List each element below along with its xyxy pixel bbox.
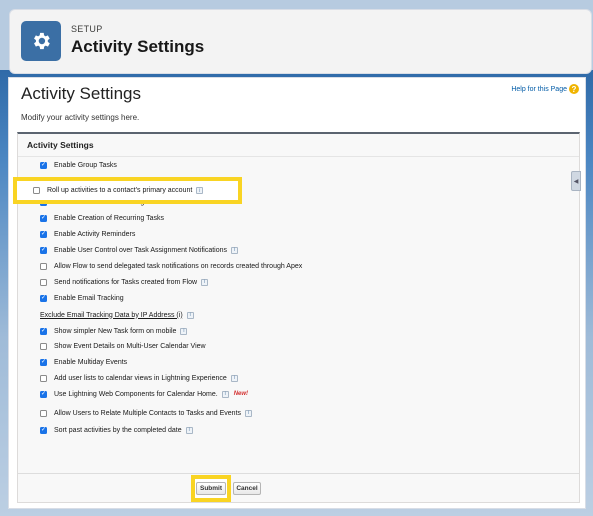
info-icon[interactable]: i xyxy=(186,311,194,319)
info-icon[interactable]: i xyxy=(245,409,253,417)
info-icon[interactable]: i xyxy=(230,374,238,382)
option-label: Enable Email Tracking xyxy=(54,294,124,302)
option-label: Use Lightning Web Components for Calenda… xyxy=(54,390,218,398)
option-row[interactable]: Enable Activity Reminders xyxy=(40,227,135,241)
option-label: Add user lists to calendar views in Ligh… xyxy=(54,374,227,382)
option-row[interactable]: Enable Email Tracking xyxy=(40,291,124,305)
info-icon[interactable]: i xyxy=(196,187,204,194)
option-label: Enable Activity Reminders xyxy=(54,230,136,238)
setup-title: Activity Settings xyxy=(71,37,205,56)
page-title: Activity Settings xyxy=(21,84,141,103)
highlight-box: Roll up activities to a contact's primar… xyxy=(13,177,242,204)
info-icon[interactable]: i xyxy=(185,426,193,434)
option-row[interactable]: Enable Creation of Recurring Tasks xyxy=(40,211,164,225)
section-divider xyxy=(18,156,579,157)
option-label: Allow Users to Relate Multiple Contacts … xyxy=(54,409,242,417)
option-row[interactable]: Add user lists to calendar views in Ligh… xyxy=(40,371,238,385)
option-row[interactable]: Enable User Control over Task Assignment… xyxy=(40,243,239,257)
option-row[interactable]: Allow Flow to send delegated task notifi… xyxy=(40,259,302,273)
option-label: Roll up activities to a contact's primar… xyxy=(47,187,193,194)
info-icon[interactable]: i xyxy=(180,327,188,335)
option-row[interactable]: Use Lightning Web Components for Calenda… xyxy=(40,387,248,401)
page-subtitle: Modify your activity settings here. xyxy=(21,113,140,122)
checkbox[interactable] xyxy=(40,214,47,222)
checkbox[interactable] xyxy=(40,390,47,398)
button-bar xyxy=(18,473,579,502)
option-row[interactable]: Show simpler New Task form on mobilei xyxy=(40,324,188,338)
option-row[interactable]: Enable Group Tasks xyxy=(40,158,117,172)
option-row[interactable]: Exclude Email Tracking Data by IP Addres… xyxy=(40,308,194,322)
gear-icon xyxy=(21,21,61,61)
option-row[interactable]: Show Event Details on Multi-User Calenda… xyxy=(40,339,206,353)
option-label: Enable Multiday Events xyxy=(54,358,128,366)
info-icon[interactable]: i xyxy=(201,278,209,286)
option-label: Show simpler New Task form on mobile xyxy=(54,327,177,335)
option-row[interactable]: Enable Multiday Events xyxy=(40,355,127,369)
setup-kicker: SETUP xyxy=(71,24,103,34)
option-roll-up-activities[interactable]: Roll up activities to a contact's primar… xyxy=(33,185,204,196)
checkbox[interactable] xyxy=(40,409,47,417)
section-title: Activity Settings xyxy=(27,140,94,150)
option-row[interactable]: Allow Users to Relate Multiple Contacts … xyxy=(40,406,253,420)
setup-header: SETUP Activity Settings xyxy=(9,9,592,74)
option-label: Enable Group Tasks xyxy=(54,161,117,169)
option-label: Allow Flow to send delegated task notifi… xyxy=(54,262,303,270)
checkbox[interactable] xyxy=(33,187,40,194)
info-icon[interactable]: i xyxy=(231,246,239,254)
cancel-button[interactable]: Cancel xyxy=(233,482,261,495)
option-label: Send notifications for Tasks created fro… xyxy=(54,278,198,286)
checkbox[interactable] xyxy=(40,230,47,238)
help-icon[interactable]: ? xyxy=(569,84,579,94)
option-label: Enable Creation of Recurring Tasks xyxy=(54,214,164,222)
help-link[interactable]: Help for this Page xyxy=(511,86,567,93)
option-label: Enable User Control over Task Assignment… xyxy=(54,246,228,254)
checkbox[interactable] xyxy=(40,327,47,335)
submit-button[interactable]: Submit xyxy=(196,482,226,495)
checkbox[interactable] xyxy=(40,374,47,382)
checkbox[interactable] xyxy=(40,161,47,169)
checkbox[interactable] xyxy=(40,294,47,302)
option-link[interactable]: Exclude Email Tracking Data by IP Addres… xyxy=(40,312,183,319)
option-row[interactable]: Sort past activities by the completed da… xyxy=(40,423,193,437)
checkbox[interactable] xyxy=(40,426,47,434)
checkbox[interactable] xyxy=(40,246,47,254)
checkbox[interactable] xyxy=(40,358,47,366)
main-panel: Activity Settings Help for this Page ? M… xyxy=(8,77,586,509)
checkbox[interactable] xyxy=(40,278,47,286)
option-label: Show Event Details on Multi-User Calenda… xyxy=(54,342,206,350)
checkbox[interactable] xyxy=(40,262,47,270)
info-icon[interactable]: i xyxy=(221,390,229,398)
option-row[interactable]: Send notifications for Tasks created fro… xyxy=(40,275,209,289)
option-label: Sort past activities by the completed da… xyxy=(54,426,182,434)
collapse-tab-icon[interactable]: ◀ xyxy=(571,171,581,191)
checkbox[interactable] xyxy=(40,342,47,350)
new-badge: New! xyxy=(233,391,249,397)
